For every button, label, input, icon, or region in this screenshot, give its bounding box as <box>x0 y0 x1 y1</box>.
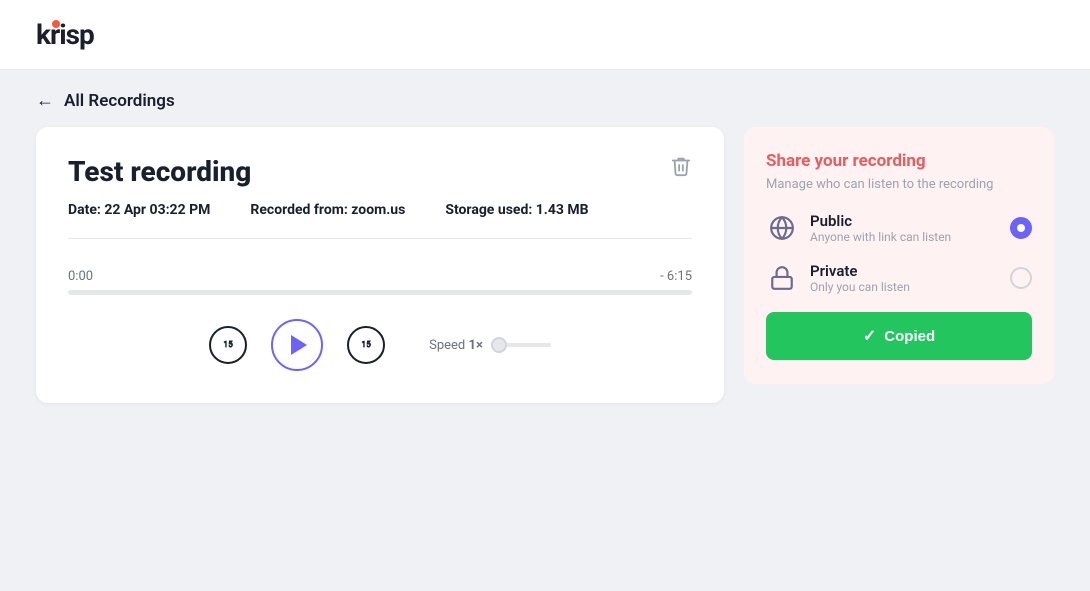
private-option-text: Private Only you can listen <box>810 262 998 294</box>
logo-dot <box>52 20 60 28</box>
back-nav[interactable]: ← All Recordings <box>0 70 1090 127</box>
share-panel: Share your recording Manage who can list… <box>744 127 1054 384</box>
play-button[interactable] <box>271 319 323 371</box>
logo-text: krisp <box>36 18 94 51</box>
speed-value: 1× <box>469 338 483 353</box>
forward-label: 15 <box>362 341 371 350</box>
copy-link-button[interactable]: ✓ Copied <box>766 312 1032 360</box>
share-title: Share your recording <box>766 151 1032 171</box>
time-row: 0:00 - 6:15 <box>68 269 692 284</box>
private-option-desc: Only you can listen <box>810 280 998 294</box>
storage-value: 1.43 MB <box>536 202 589 218</box>
globe-icon <box>766 212 798 244</box>
lock-icon <box>766 262 798 294</box>
private-option[interactable]: Private Only you can listen <box>766 262 1032 294</box>
rewind-button[interactable]: 15 <box>209 326 247 364</box>
recording-card: Test recording Date: 22 Apr 03:22 PM Rec… <box>36 127 724 403</box>
speed-thumb <box>491 337 507 353</box>
all-recordings-label: All Recordings <box>64 91 175 111</box>
speed-slider[interactable] <box>491 343 551 347</box>
date-meta: Date: 22 Apr 03:22 PM <box>68 202 210 218</box>
radio-inner <box>1017 224 1025 232</box>
trash-icon <box>670 155 692 177</box>
storage-meta: Storage used: 1.43 MB <box>445 202 588 218</box>
player-section: 0:00 - 6:15 15 <box>68 259 692 371</box>
main-content: Test recording Date: 22 Apr 03:22 PM Rec… <box>0 127 1090 403</box>
share-subtitle: Manage who can listen to the recording <box>766 177 1032 192</box>
delete-button[interactable] <box>670 155 692 177</box>
public-option[interactable]: Public Anyone with link can listen <box>766 212 1032 244</box>
date-label: Date: <box>68 202 101 218</box>
recorded-value: zoom.us <box>351 202 405 218</box>
header: krisp <box>0 0 1090 70</box>
check-icon: ✓ <box>863 326 876 346</box>
rewind-label: 15 <box>224 341 233 350</box>
public-option-text: Public Anyone with link can listen <box>810 212 998 244</box>
card-header: Test recording <box>68 155 692 188</box>
controls-row: 15 15 Speed 1× <box>68 319 692 371</box>
speed-control: Speed 1× <box>429 338 551 353</box>
public-radio[interactable] <box>1010 217 1032 239</box>
play-icon <box>291 335 307 355</box>
public-option-desc: Anyone with link can listen <box>810 230 998 244</box>
public-option-name: Public <box>810 212 998 230</box>
back-arrow-icon: ← <box>36 90 54 111</box>
storage-label: Storage used: <box>445 202 532 218</box>
date-value: 22 Apr 03:22 PM <box>104 202 210 218</box>
recording-title: Test recording <box>68 155 251 188</box>
source-meta: Recorded from: zoom.us <box>250 202 405 218</box>
logo: krisp <box>36 18 94 51</box>
time-total: - 6:15 <box>660 269 692 284</box>
copy-btn-label: Copied <box>884 328 935 345</box>
private-radio[interactable] <box>1010 267 1032 289</box>
forward-button[interactable]: 15 <box>347 326 385 364</box>
time-current: 0:00 <box>68 269 93 284</box>
recorded-label: Recorded from: <box>250 202 347 218</box>
progress-bar[interactable] <box>68 290 692 295</box>
speed-label: Speed 1× <box>429 338 483 353</box>
private-option-name: Private <box>810 262 998 280</box>
meta-row: Date: 22 Apr 03:22 PM Recorded from: zoo… <box>68 202 692 239</box>
